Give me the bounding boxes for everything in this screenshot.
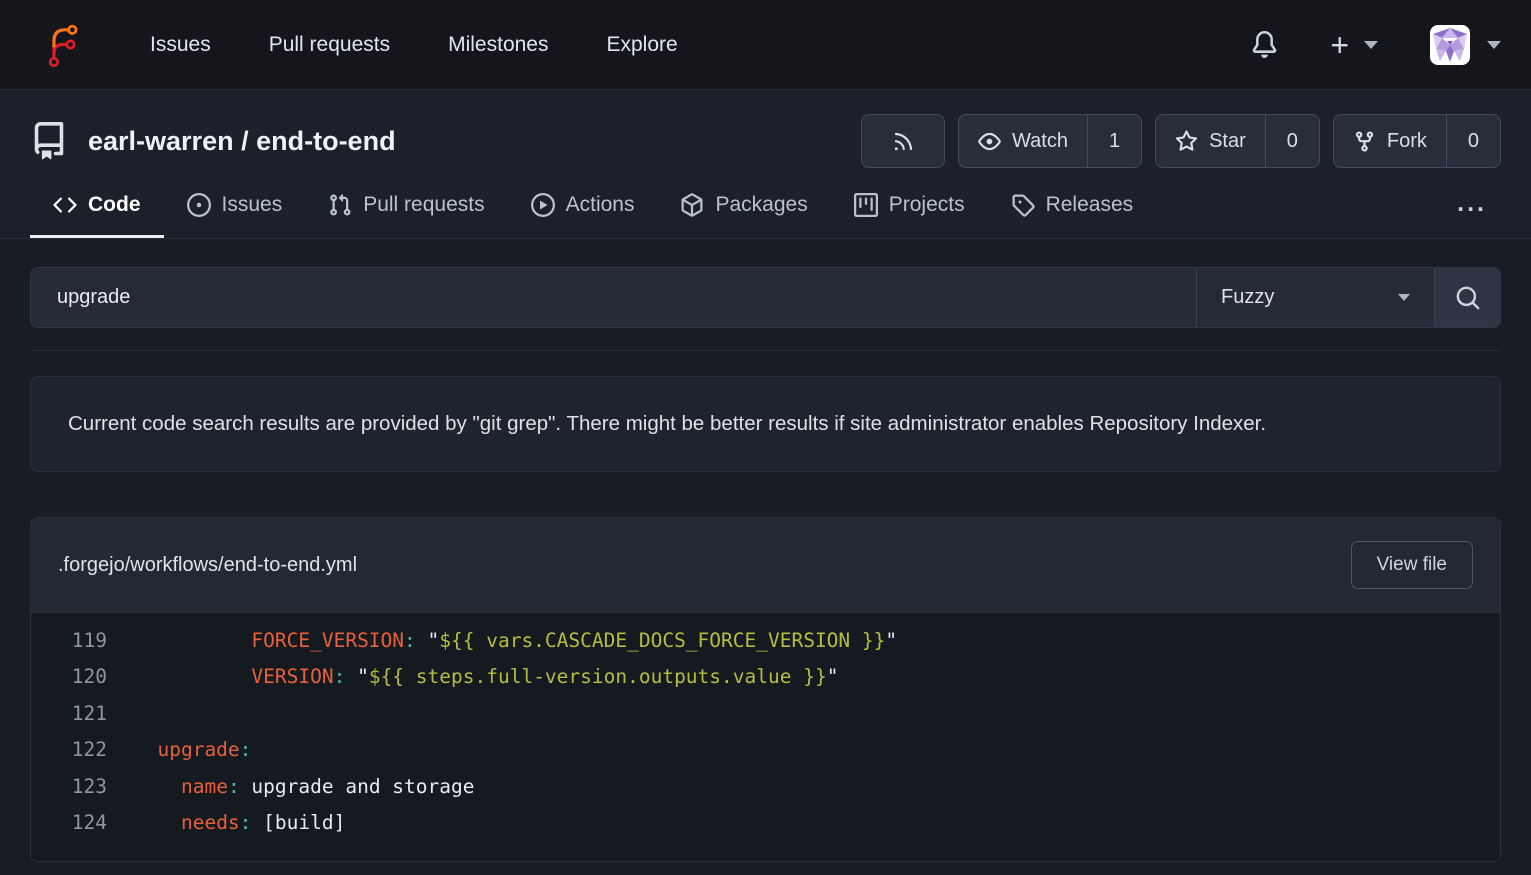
plus-icon: +: [1330, 29, 1349, 61]
code-text: FORCE_VERSION: "${{ vars.CASCADE_DOCS_FO…: [134, 629, 897, 652]
nav-link-milestones[interactable]: Milestones: [448, 33, 548, 57]
code-icon: [53, 193, 77, 217]
package-icon: [680, 193, 704, 217]
repo-owner-link[interactable]: earl-warren: [88, 126, 234, 156]
star-button[interactable]: Star 0: [1155, 114, 1320, 168]
chevron-down-icon: [1398, 294, 1410, 301]
actions-icon: [531, 193, 555, 217]
repo-tabs: Code Issues Pull requests Actions Packages Pr…: [30, 189, 1501, 238]
git-fork-icon: [1353, 130, 1376, 153]
fork-count[interactable]: 0: [1446, 115, 1500, 167]
search-mode-select[interactable]: Fuzzy: [1196, 268, 1434, 327]
star-count[interactable]: 0: [1265, 115, 1319, 167]
main-content: Fuzzy Current code search results are pr…: [0, 267, 1531, 862]
tab-releases[interactable]: Releases: [988, 193, 1157, 238]
search-icon: [1455, 285, 1481, 311]
watch-label: Watch: [1012, 130, 1068, 153]
notifications-bell-icon[interactable]: [1251, 31, 1278, 58]
forgejo-logo-icon[interactable]: [42, 16, 88, 74]
code-snippet: 119 FORCE_VERSION: "${{ vars.CASCADE_DOC…: [31, 613, 1500, 861]
tab-packages[interactable]: Packages: [657, 193, 830, 238]
tab-pull-requests[interactable]: Pull requests: [305, 193, 507, 238]
code-text: needs: [build]: [134, 811, 345, 834]
code-search-bar: Fuzzy: [30, 267, 1501, 328]
code-line: 122 upgrade:: [31, 732, 1500, 769]
fork-label: Fork: [1387, 130, 1427, 153]
tabs-overflow-menu[interactable]: ...: [1443, 189, 1501, 238]
user-menu[interactable]: [1430, 25, 1501, 65]
repository-icon: [30, 122, 68, 160]
search-input[interactable]: [31, 268, 1196, 327]
repo-action-buttons: Watch 1 Star 0 Fork 0: [861, 114, 1501, 168]
tag-icon: [1011, 193, 1035, 217]
code-line: 119 FORCE_VERSION: "${{ vars.CASCADE_DOC…: [31, 622, 1500, 659]
eye-icon: [978, 130, 1001, 153]
tab-label: Releases: [1046, 193, 1134, 217]
project-icon: [854, 193, 878, 217]
line-number: 123: [31, 775, 107, 798]
top-navbar: Issues Pull requests Milestones Explore +: [0, 0, 1531, 90]
code-text: VERSION: "${{ steps.full-version.outputs…: [134, 665, 838, 688]
nav-links: Issues Pull requests Milestones Explore: [150, 33, 678, 57]
tab-label: Issues: [222, 193, 283, 217]
watch-button[interactable]: Watch 1: [958, 114, 1142, 168]
star-icon: [1175, 130, 1198, 153]
indexer-notice: Current code search results are provided…: [30, 376, 1501, 472]
watch-count[interactable]: 1: [1087, 115, 1141, 167]
line-number: 121: [31, 702, 107, 725]
repo-title: earl-warren / end-to-end: [88, 126, 396, 157]
code-line: 121: [31, 695, 1500, 732]
code-text: name: upgrade and storage: [134, 775, 475, 798]
star-label: Star: [1209, 130, 1246, 153]
code-text: upgrade:: [134, 738, 251, 761]
repo-title-separator: /: [234, 126, 257, 156]
tab-label: Actions: [566, 193, 635, 217]
nav-link-issues[interactable]: Issues: [150, 33, 211, 57]
code-line: 120 VERSION: "${{ steps.full-version.out…: [31, 659, 1500, 696]
code-line: 123 name: upgrade and storage: [31, 768, 1500, 805]
rss-icon: [892, 130, 915, 153]
search-mode-label: Fuzzy: [1221, 286, 1274, 309]
result-file-header: .forgejo/workflows/end-to-end.yml View f…: [31, 518, 1500, 613]
code-line: 124 needs: [build]: [31, 805, 1500, 842]
section-divider: [30, 350, 1501, 351]
repo-header: earl-warren / end-to-end Watch 1 Star 0: [0, 90, 1531, 239]
line-number: 120: [31, 665, 107, 688]
nav-link-pull-requests[interactable]: Pull requests: [269, 33, 390, 57]
tab-issues[interactable]: Issues: [164, 193, 306, 238]
line-number: 124: [31, 811, 107, 834]
pull-request-icon: [328, 193, 352, 217]
line-number: 119: [31, 629, 107, 652]
create-new-dropdown[interactable]: +: [1330, 29, 1378, 61]
repo-name-link[interactable]: end-to-end: [256, 126, 395, 156]
tab-label: Pull requests: [363, 193, 484, 217]
search-button[interactable]: [1434, 268, 1500, 327]
chevron-down-icon: [1364, 41, 1378, 49]
nav-right: +: [1251, 25, 1501, 65]
tab-code[interactable]: Code: [30, 193, 164, 238]
line-number: 122: [31, 738, 107, 761]
tab-projects[interactable]: Projects: [831, 193, 988, 238]
avatar: [1430, 25, 1470, 65]
tab-label: Code: [88, 193, 141, 217]
tab-label: Projects: [889, 193, 965, 217]
fork-button[interactable]: Fork 0: [1333, 114, 1501, 168]
nav-link-explore[interactable]: Explore: [607, 33, 678, 57]
result-file-path[interactable]: .forgejo/workflows/end-to-end.yml: [58, 554, 357, 577]
search-result-card: .forgejo/workflows/end-to-end.yml View f…: [30, 517, 1501, 862]
tab-actions[interactable]: Actions: [508, 193, 658, 238]
tab-label: Packages: [715, 193, 807, 217]
view-file-button[interactable]: View file: [1351, 541, 1473, 589]
chevron-down-icon: [1487, 41, 1501, 49]
issue-icon: [187, 193, 211, 217]
rss-feed-button[interactable]: [861, 114, 945, 168]
